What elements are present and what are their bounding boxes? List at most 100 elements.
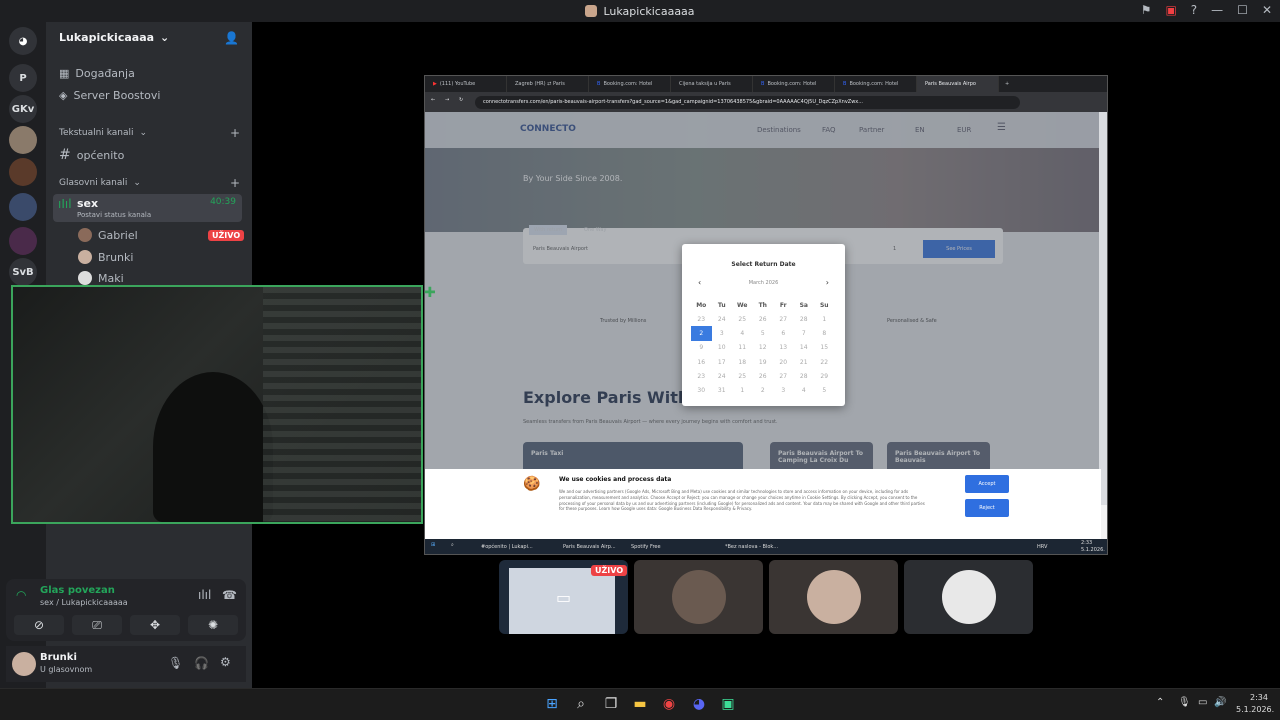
clock-time[interactable]: 2:34 [1250, 693, 1268, 702]
calendar-day[interactable]: 18 [732, 355, 753, 369]
username[interactable]: Brunki [40, 652, 77, 663]
calendar-day[interactable]: 1 [732, 383, 753, 397]
server-icon-svb[interactable]: SvB [9, 258, 37, 286]
stream-tile-screen[interactable]: ▭ UŽIVO [499, 560, 628, 634]
camera-off-button[interactable]: ⊘ [14, 615, 64, 635]
server-icon-photo[interactable] [9, 158, 37, 186]
tray-chevron-icon[interactable]: ⌃ [1156, 697, 1164, 708]
browser-tab[interactable]: B Booking.com: Hotel [589, 76, 671, 92]
avatar[interactable] [12, 652, 36, 676]
language-indicator[interactable]: HRV [1037, 544, 1047, 550]
reload-icon[interactable]: ↻ [459, 97, 463, 103]
calendar-day[interactable]: 31 [712, 383, 733, 397]
server-icon-p[interactable]: P [9, 64, 37, 92]
browser-tab-active[interactable]: Paris Beauvais Airpo [917, 76, 999, 92]
calendar-day[interactable]: 26 [753, 369, 774, 383]
calendar-day[interactable]: 26 [753, 312, 774, 326]
server-boosts-item[interactable]: ◈ Server Boostovi [59, 89, 160, 102]
calendar-day[interactable]: 11 [732, 341, 753, 355]
network-icon[interactable]: ▭ [1198, 697, 1207, 708]
app-icon[interactable]: ▣ [719, 695, 737, 713]
calendar-day[interactable]: 23 [691, 312, 712, 326]
browser-tab[interactable]: Cijena taksija u Paris [671, 76, 753, 92]
calendar-day[interactable]: 25 [732, 369, 753, 383]
calendar-day-selected[interactable]: 2 [691, 326, 712, 341]
calendar-day[interactable]: 30 [691, 383, 712, 397]
search-icon[interactable]: ⌕ [451, 542, 454, 548]
participant-tile[interactable] [634, 560, 763, 634]
reject-cookies-button[interactable]: Reject [965, 499, 1009, 517]
taskbar-item[interactable]: *Bez naslova - Blok... [725, 544, 778, 550]
chrome-icon[interactable]: ◉ [660, 695, 678, 713]
calendar-day[interactable]: 10 [712, 341, 733, 355]
inbox-icon[interactable]: ⚑ [1141, 3, 1152, 17]
voice-member-brunki[interactable]: Brunki [78, 250, 133, 264]
microphone-icon[interactable]: 🎙 [168, 656, 183, 670]
calendar-day[interactable]: 15 [814, 341, 835, 355]
add-text-channel-icon[interactable]: + [230, 126, 240, 140]
webcam-feed[interactable] [11, 285, 423, 524]
calendar-day[interactable]: 16 [691, 355, 712, 369]
channel-item-opcenito[interactable]: # općenito [59, 147, 124, 163]
calendar-day[interactable]: 5 [814, 383, 835, 397]
minimize-button[interactable]: — [1211, 3, 1223, 17]
volume-icon[interactable]: 🔊 [1214, 697, 1226, 708]
calendar-day[interactable]: 8 [814, 326, 835, 340]
calendar-day[interactable]: 24 [712, 312, 733, 326]
voice-location[interactable]: sex / Lukapickicaaaaa [40, 598, 128, 607]
calendar-day[interactable]: 27 [773, 312, 794, 326]
calendar-day[interactable]: 1 [814, 312, 835, 326]
tray-mic-icon[interactable]: 🎙 [1178, 697, 1191, 708]
close-button[interactable]: ✕ [1262, 3, 1272, 17]
calendar-day[interactable]: 14 [794, 341, 815, 355]
voice-member-gabriel[interactable]: Gabriel [78, 228, 138, 242]
headphones-icon[interactable]: 🎧 [194, 656, 209, 670]
browser-tab[interactable]: B Booking.com: Hotel [835, 76, 917, 92]
voice-category-header[interactable]: Glasovni kanali ⌄ [59, 178, 141, 188]
next-month-button[interactable]: › [826, 278, 829, 287]
calendar-day[interactable]: 9 [691, 341, 712, 355]
voice-member-maki[interactable]: Maki [78, 271, 124, 285]
calendar-day[interactable]: 4 [732, 326, 753, 340]
search-icon[interactable]: ⌕ [572, 695, 590, 713]
calendar-day[interactable]: 28 [794, 369, 815, 383]
taskbar-item[interactable]: Spotify Free [631, 544, 661, 550]
windows-start-icon[interactable]: ⊞ [543, 695, 561, 713]
calendar-day[interactable]: 25 [732, 312, 753, 326]
soundboard-button[interactable]: ✺ [188, 615, 238, 635]
calendar-day[interactable]: 29 [814, 369, 835, 383]
participant-tile[interactable] [904, 560, 1033, 634]
calendar-day[interactable]: 7 [794, 326, 815, 340]
calendar-day[interactable]: 4 [794, 383, 815, 397]
calendar-day[interactable]: 2 [753, 383, 774, 397]
calendar-day[interactable]: 20 [773, 355, 794, 369]
server-name-header[interactable]: Lukapickicaaaa ⌄ [59, 31, 169, 44]
task-view-icon[interactable]: ❐ [602, 695, 620, 713]
server-icon-art[interactable] [9, 227, 37, 255]
calendar-day[interactable]: 24 [712, 369, 733, 383]
browser-tab[interactable]: B Booking.com: Hotel [753, 76, 835, 92]
gear-icon[interactable]: ⚙ [220, 655, 231, 669]
events-item[interactable]: ▦ Događanja [59, 67, 135, 80]
calendar-day[interactable]: 19 [753, 355, 774, 369]
calendar-day[interactable]: 17 [712, 355, 733, 369]
calendar-day[interactable]: 22 [814, 355, 835, 369]
participant-tile[interactable] [769, 560, 898, 634]
calendar-day[interactable]: 6 [773, 326, 794, 340]
voice-status[interactable]: Glas povezan [40, 585, 115, 596]
scrollbar[interactable] [1099, 112, 1107, 505]
url-input[interactable]: connectotransfers.com/en/paris-beauvais-… [475, 95, 1020, 109]
screen-share-icon[interactable]: ▣ [1165, 3, 1176, 17]
calendar-day[interactable]: 21 [794, 355, 815, 369]
discord-home-icon[interactable]: ◕ [9, 27, 37, 55]
shared-screen-browser[interactable]: ▶ (111) YouTube Zagreb (HR) ⇄ Paris B Book… [424, 75, 1108, 555]
file-explorer-icon[interactable]: ▬ [631, 695, 649, 713]
add-voice-channel-icon[interactable]: + [230, 176, 240, 190]
text-category-header[interactable]: Tekstualni kanali ⌄ [59, 128, 147, 138]
discord-icon[interactable]: ◕ [690, 695, 708, 713]
pip-resize-handle[interactable]: ✚ [424, 285, 436, 301]
calendar-day[interactable]: 12 [753, 341, 774, 355]
share-screen-button[interactable]: ⎚ [72, 615, 122, 635]
activities-button[interactable]: ✥ [130, 615, 180, 635]
disconnect-icon[interactable]: ☎ [222, 588, 237, 602]
